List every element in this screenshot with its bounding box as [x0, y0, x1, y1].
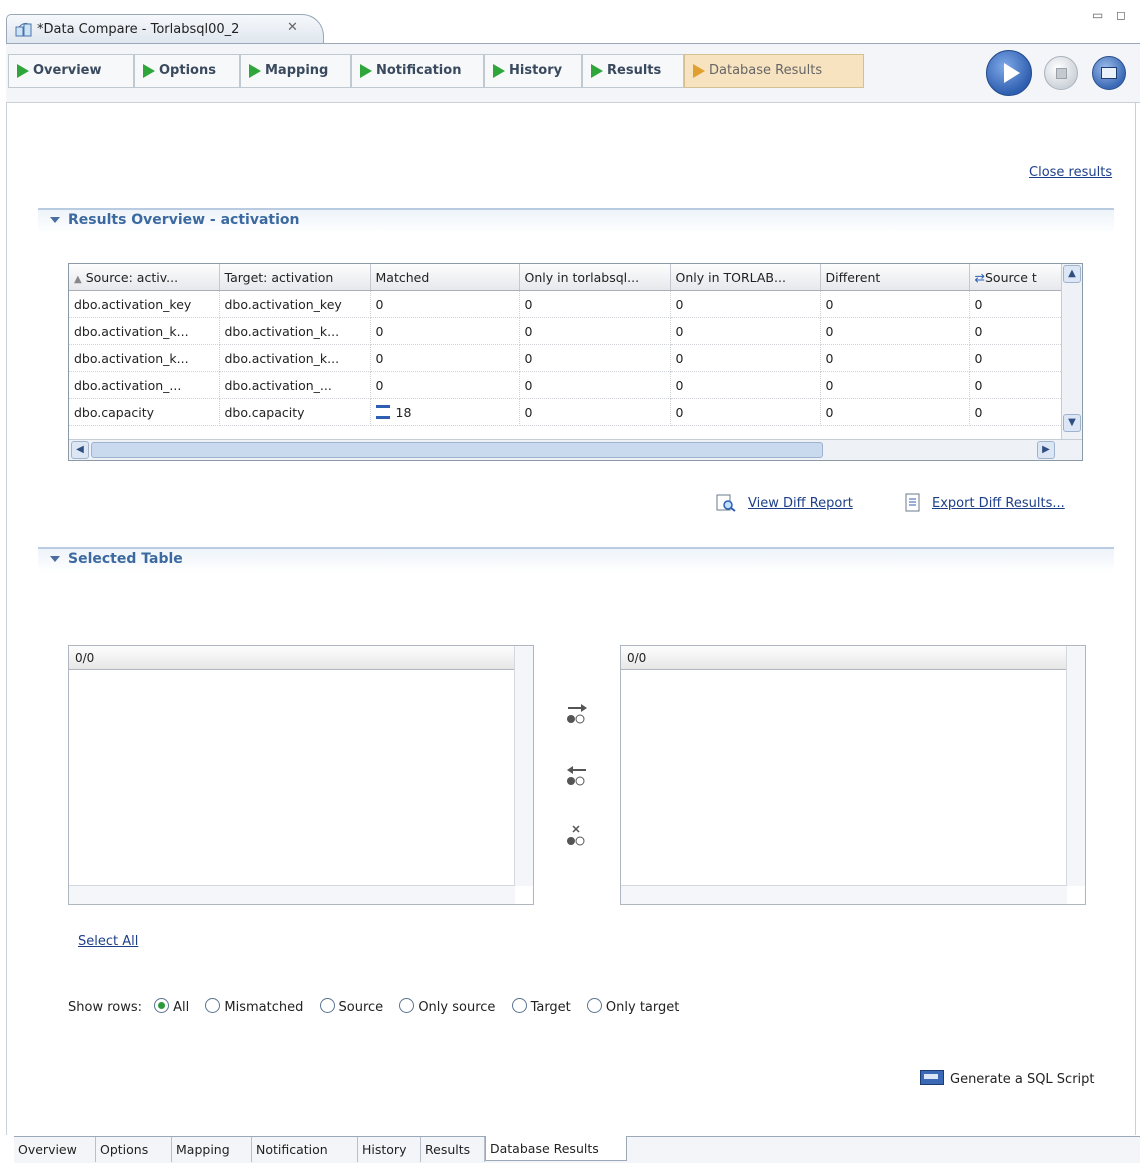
bottom-tab-bar: Overview Options Mapping Notification Hi… — [14, 1136, 1140, 1163]
table-row[interactable]: dbo.capacity dbo.capacity 18 0000 — [69, 398, 1063, 426]
results-table: ▲ Source: activ... Target: activation Ma… — [68, 263, 1083, 461]
results-overview-title: Results Overview - activation — [68, 212, 300, 228]
bottom-tab-history[interactable]: History — [358, 1137, 421, 1162]
scroll-right-icon[interactable]: ▶ — [1037, 441, 1055, 459]
tab-history[interactable]: History — [484, 54, 582, 88]
sort-ascending-icon: ▲ — [74, 273, 82, 285]
play-arrow-icon — [360, 64, 372, 78]
play-arrow-icon — [693, 64, 705, 78]
bottom-tab-notification[interactable]: Notification — [252, 1137, 358, 1162]
radio-icon — [586, 998, 602, 1013]
table-row[interactable]: dbo.activation_... dbo.activation_... 0 0 0 0… — [69, 371, 1063, 399]
column-header-source[interactable]: ▲ Source: activ... — [69, 264, 220, 291]
scrollbar-thumb[interactable] — [91, 442, 823, 458]
bottom-tab-database-results[interactable]: Database Results — [485, 1136, 627, 1161]
vertical-scrollbar[interactable] — [514, 646, 533, 886]
tab-mapping[interactable]: Mapping — [240, 54, 351, 88]
close-icon[interactable]: ✕ — [287, 20, 298, 35]
horizontal-scrollbar[interactable] — [69, 885, 515, 904]
show-rows-filter: Show rows: All Mismatched Source Only so… — [68, 998, 679, 1015]
tab-results[interactable]: Results — [582, 54, 684, 88]
radio-mismatched[interactable]: Mismatched — [205, 998, 303, 1015]
view-diff-report-link[interactable]: View Diff Report — [748, 496, 853, 511]
play-arrow-icon — [17, 64, 29, 78]
scroll-left-icon[interactable]: ◀ — [71, 441, 89, 459]
page-tab-bar: Overview Options Mapping Notification Hi… — [6, 44, 1140, 103]
radio-all[interactable]: All — [154, 998, 189, 1015]
source-pane-header: 0/0 — [69, 646, 515, 670]
editor-tab[interactable]: *Data Compare - Torlabsql00_2 ✕ — [6, 14, 324, 44]
scroll-up-icon[interactable]: ▲ — [1063, 265, 1081, 283]
play-arrow-icon — [493, 64, 505, 78]
selected-table-title: Selected Table — [68, 551, 183, 567]
radio-icon — [399, 998, 415, 1013]
target-rows-pane[interactable]: 0/0 — [620, 645, 1086, 905]
tab-overview[interactable]: Overview — [8, 54, 134, 88]
vertical-scrollbar[interactable]: ▲ ▼ — [1061, 264, 1082, 460]
radio-selected-icon — [154, 998, 170, 1013]
play-arrow-icon — [143, 64, 155, 78]
column-header-target[interactable]: Target: activation — [219, 264, 371, 291]
scroll-down-icon[interactable]: ▼ — [1063, 414, 1081, 432]
sql-script-icon — [920, 1070, 944, 1085]
column-header-only-in-source[interactable]: Only in torlabsql... — [519, 264, 671, 291]
column-header-different[interactable]: Different — [820, 264, 970, 291]
tab-notification[interactable]: Notification — [351, 54, 484, 88]
export-diff-icon — [904, 493, 922, 517]
copy-to-target-button[interactable] — [564, 702, 590, 730]
content-frame — [6, 103, 1136, 1135]
view-diff-report-icon — [716, 494, 736, 516]
run-compare-button[interactable] — [986, 50, 1032, 96]
tab-options[interactable]: Options — [134, 54, 240, 88]
close-results-link[interactable]: Close results — [1029, 165, 1112, 180]
column-header-source-to-target[interactable]: ⇄Source t — [969, 264, 1063, 291]
radio-target[interactable]: Target — [511, 998, 571, 1015]
radio-icon — [205, 998, 221, 1013]
bottom-tab-overview[interactable]: Overview — [14, 1137, 96, 1162]
target-pane-header: 0/0 — [621, 646, 1067, 670]
minimize-icon[interactable]: ▭ — [1092, 8, 1103, 22]
show-rows-label: Show rows: — [68, 1000, 143, 1015]
results-overview-section-header[interactable]: Results Overview - activation — [38, 208, 1114, 234]
bottom-tab-options[interactable]: Options — [96, 1137, 172, 1162]
matched-rows-icon — [375, 404, 390, 419]
collapse-triangle-icon[interactable] — [50, 217, 60, 223]
export-diff-results-link[interactable]: Export Diff Results... — [932, 496, 1065, 511]
horizontal-scrollbar[interactable] — [621, 885, 1067, 904]
maximize-icon[interactable]: ◻ — [1116, 8, 1126, 22]
tab-database-results[interactable]: Database Results — [684, 54, 864, 88]
data-compare-icon — [15, 22, 33, 42]
table-row[interactable]: dbo.activation_k... dbo.activation_k... 0 0… — [69, 317, 1063, 345]
source-rows-pane[interactable]: 0/0 — [68, 645, 534, 905]
radio-only-source[interactable]: Only source — [399, 998, 495, 1015]
column-header-only-in-target[interactable]: Only in TORLAB... — [670, 264, 821, 291]
radio-icon — [511, 998, 527, 1013]
play-arrow-icon — [591, 64, 603, 78]
bottom-tab-mapping[interactable]: Mapping — [172, 1137, 252, 1162]
radio-only-target[interactable]: Only target — [586, 998, 679, 1015]
bottom-tab-results[interactable]: Results — [421, 1137, 485, 1162]
delete-rows-button[interactable] — [564, 824, 590, 852]
stop-button[interactable] — [1044, 56, 1078, 90]
selected-table-section-header[interactable]: Selected Table — [38, 547, 1114, 573]
editor-title: *Data Compare - Torlabsql00_2 — [37, 22, 240, 37]
radio-source[interactable]: Source — [319, 998, 383, 1015]
horizontal-scrollbar[interactable]: ◀ ▶ — [69, 439, 1082, 460]
play-arrow-icon — [249, 64, 261, 78]
table-row[interactable]: dbo.activation_k... dbo.activation_k... 0 0… — [69, 344, 1063, 372]
column-header-matched[interactable]: Matched — [370, 264, 520, 291]
copy-to-source-button[interactable] — [564, 764, 590, 792]
radio-icon — [319, 998, 335, 1013]
select-all-link[interactable]: Select All — [78, 934, 138, 949]
console-button[interactable] — [1092, 56, 1126, 90]
vertical-scrollbar[interactable] — [1066, 646, 1085, 886]
collapse-triangle-icon[interactable] — [50, 556, 60, 562]
copy-to-target-icon: ⇄ — [974, 269, 985, 285]
generate-sql-script-button[interactable]: Generate a SQL Script — [920, 1070, 1095, 1087]
table-row[interactable]: dbo.activation_key dbo.activation_key 0 0 0 0… — [69, 290, 1063, 318]
